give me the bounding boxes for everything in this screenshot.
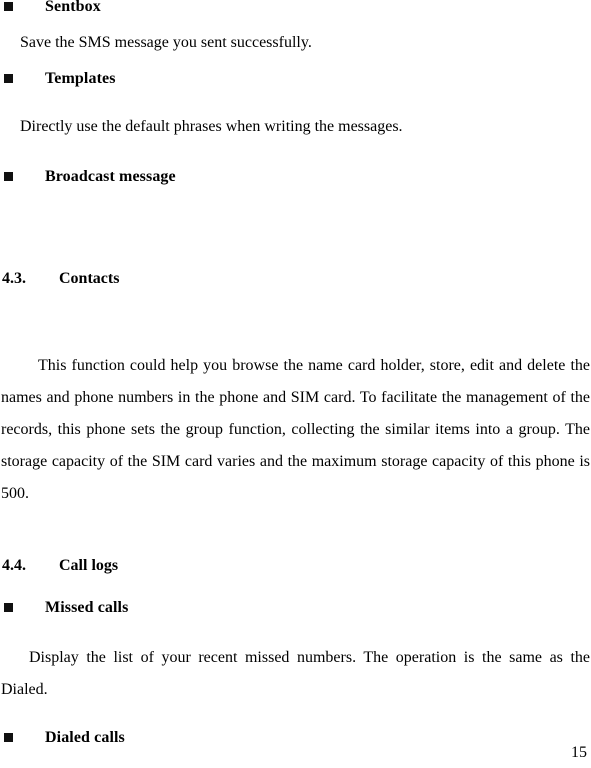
bullet-item-broadcast-message-label: Broadcast message [45, 168, 176, 185]
bullet-item-missed-calls-label: Missed calls [45, 599, 129, 616]
bullet-item-broadcast-message: Broadcast message [0, 166, 591, 188]
section-number: 4.3. [2, 270, 26, 287]
bullet-item-templates-label: Templates [45, 70, 116, 87]
paragraph-templates-body: Directly use the default phrases when wr… [20, 118, 403, 135]
page-number: 15 [571, 744, 587, 761]
bullet-item-sentbox: Sentbox [0, 0, 591, 18]
filled-square-bullet-icon [4, 2, 13, 11]
paragraph-sentbox-body: Save the SMS message you sent successful… [20, 34, 312, 51]
section-heading-call-logs: 4.4. Call logs [0, 554, 591, 578]
bullet-item-dialed-calls-label: Dialed calls [45, 729, 125, 746]
bullet-item-sentbox-label: Sentbox [45, 0, 101, 15]
paragraph-contacts-body: This function could help you browse the … [1, 357, 590, 502]
filled-square-bullet-icon [4, 733, 13, 742]
document-page: Sentbox Save the SMS message you sent su… [0, 0, 591, 768]
bullet-item-dialed-calls: Dialed calls [0, 727, 591, 749]
bullet-item-missed-calls: Missed calls [0, 597, 591, 619]
filled-square-bullet-icon [4, 172, 13, 181]
filled-square-bullet-icon [4, 74, 13, 83]
section-heading-contacts: 4.3. Contacts [0, 267, 591, 291]
section-number: 4.4. [2, 557, 26, 574]
paragraph-missed-calls-body: Display the list of your recent missed n… [1, 649, 590, 698]
section-title: Call logs [59, 557, 119, 574]
filled-square-bullet-icon [4, 603, 13, 612]
section-title: Contacts [59, 270, 120, 287]
bullet-item-templates: Templates [0, 68, 591, 90]
